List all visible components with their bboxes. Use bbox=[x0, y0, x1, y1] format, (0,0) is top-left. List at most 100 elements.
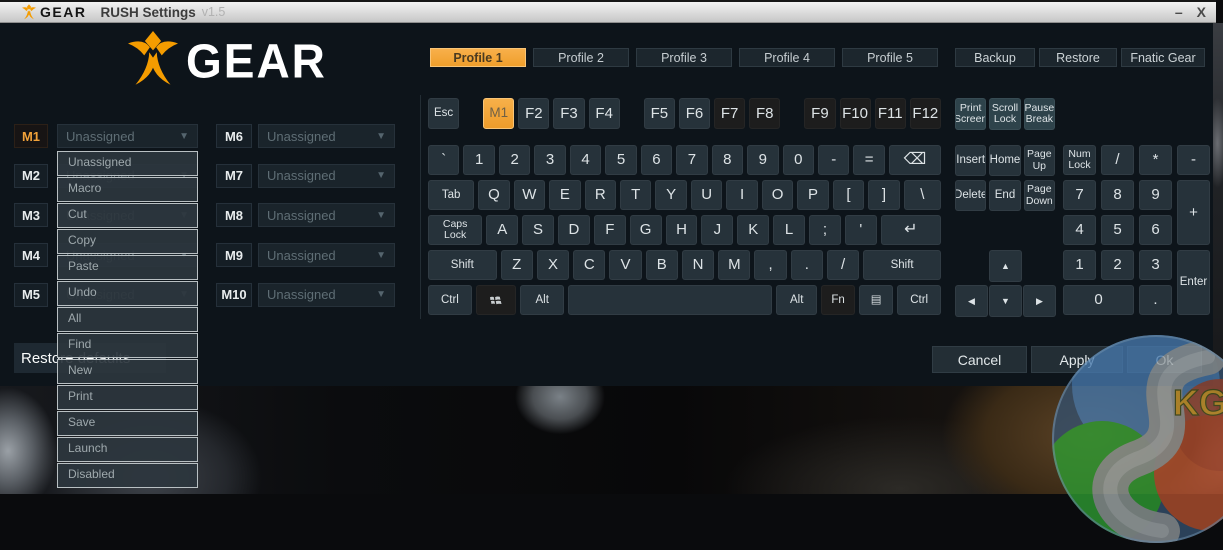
macro-key-m7[interactable]: M7 bbox=[216, 163, 252, 188]
key-num-lock[interactable]: Num Lock bbox=[1063, 145, 1096, 175]
key-key[interactable]: ` bbox=[428, 145, 460, 175]
key-5[interactable]: 5 bbox=[605, 145, 637, 175]
key-arrow-right[interactable]: ▶ bbox=[1023, 285, 1056, 317]
key-a[interactable]: A bbox=[486, 215, 519, 245]
key-f7[interactable]: F7 bbox=[714, 98, 746, 129]
key-9[interactable]: 9 bbox=[1139, 180, 1172, 210]
key-q[interactable]: Q bbox=[478, 180, 510, 210]
dropdown-option-disabled[interactable]: Disabled bbox=[57, 463, 198, 488]
key-home[interactable]: Home bbox=[989, 145, 1021, 176]
key-key[interactable]: ; bbox=[809, 215, 841, 245]
backup-button[interactable]: Backup bbox=[955, 48, 1035, 67]
key-8[interactable]: 8 bbox=[711, 145, 744, 175]
key-arrow-up[interactable]: ▲ bbox=[989, 250, 1022, 282]
key-scroll-lock[interactable]: Scroll Lock bbox=[989, 98, 1021, 130]
key-8[interactable]: 8 bbox=[1101, 180, 1134, 210]
key-f2[interactable]: F2 bbox=[518, 98, 550, 129]
key-n[interactable]: N bbox=[681, 250, 715, 280]
key-i[interactable]: I bbox=[726, 180, 758, 210]
key-arrow-left[interactable]: ◀ bbox=[955, 285, 988, 317]
key-e[interactable]: E bbox=[549, 180, 581, 210]
key-s[interactable]: S bbox=[522, 215, 554, 245]
macro-key-m1[interactable]: M1 bbox=[14, 124, 48, 148]
macro-key-m9[interactable]: M9 bbox=[216, 243, 252, 268]
key-enter[interactable]: ↵ bbox=[880, 215, 941, 245]
macro-key-m10[interactable]: M10 bbox=[216, 282, 252, 307]
key-key[interactable]: - bbox=[1177, 145, 1210, 175]
macro-key-m4[interactable]: M4 bbox=[14, 243, 48, 268]
key-p[interactable]: P bbox=[797, 180, 829, 210]
macro-dropdown-m1[interactable]: Unassigned ▼ bbox=[57, 124, 198, 148]
macro-dropdown-m10[interactable]: Unassigned ▼ bbox=[258, 282, 395, 307]
macro-dropdown-m8[interactable]: Unassigned ▼ bbox=[258, 203, 395, 228]
tab-profile-5[interactable]: Profile 5 bbox=[842, 48, 938, 67]
dropdown-option-save[interactable]: Save bbox=[57, 411, 198, 436]
dropdown-option-macro[interactable]: Macro bbox=[57, 177, 198, 202]
key-z[interactable]: Z bbox=[500, 250, 533, 280]
fnatic-gear-button[interactable]: Fnatic Gear bbox=[1121, 48, 1205, 67]
key-key[interactable]: ] bbox=[868, 180, 900, 210]
macro-key-m3[interactable]: M3 bbox=[14, 203, 48, 228]
key-4[interactable]: 4 bbox=[569, 145, 602, 175]
key-x[interactable]: X bbox=[536, 250, 570, 280]
key-k[interactable]: K bbox=[737, 215, 770, 245]
minimize-button[interactable]: – bbox=[1175, 5, 1183, 19]
dropdown-option-undo[interactable]: Undo bbox=[57, 281, 198, 306]
key-6[interactable]: 6 bbox=[1139, 215, 1172, 245]
key-0[interactable]: 0 bbox=[782, 145, 814, 175]
key-key[interactable]: [ bbox=[832, 180, 865, 210]
key-windows[interactable] bbox=[475, 285, 517, 315]
key-space[interactable] bbox=[568, 285, 773, 315]
key-b[interactable]: B bbox=[645, 250, 678, 280]
key-esc[interactable]: Esc bbox=[428, 98, 460, 129]
key-key[interactable]: \ bbox=[903, 180, 941, 210]
key-y[interactable]: Y bbox=[655, 180, 687, 210]
macro-dropdown-m9[interactable]: Unassigned ▼ bbox=[258, 243, 395, 268]
key-key[interactable]: . bbox=[790, 250, 823, 280]
macro-key-m8[interactable]: M8 bbox=[216, 203, 252, 228]
key-d[interactable]: D bbox=[557, 215, 590, 245]
key-f[interactable]: F bbox=[593, 215, 626, 245]
tab-profile-4[interactable]: Profile 4 bbox=[739, 48, 835, 67]
macro-key-m5[interactable]: M5 bbox=[14, 282, 48, 307]
key-page-up[interactable]: Page Up bbox=[1023, 145, 1055, 176]
dropdown-option-unassigned[interactable]: Unassigned bbox=[57, 151, 198, 176]
key-key[interactable]: - bbox=[817, 145, 850, 175]
key-f5[interactable]: F5 bbox=[643, 98, 675, 129]
key-g[interactable]: G bbox=[629, 215, 662, 245]
key-3[interactable]: 3 bbox=[1139, 250, 1172, 280]
key-page-down[interactable]: Page Down bbox=[1023, 180, 1055, 211]
key-menu[interactable]: ▤ bbox=[859, 285, 894, 315]
apply-button[interactable]: Apply bbox=[1031, 346, 1123, 373]
key-w[interactable]: W bbox=[513, 180, 546, 210]
tab-profile-2[interactable]: Profile 2 bbox=[533, 48, 629, 67]
key-end[interactable]: End bbox=[989, 180, 1021, 211]
key-9[interactable]: 9 bbox=[747, 145, 779, 175]
key-enter[interactable]: Enter bbox=[1177, 250, 1210, 315]
key-key[interactable]: ' bbox=[844, 215, 877, 245]
key-insert[interactable]: Insert bbox=[955, 145, 987, 176]
macro-dropdown-m7[interactable]: Unassigned ▼ bbox=[258, 163, 395, 188]
macro-key-m6[interactable]: M6 bbox=[216, 124, 252, 148]
key-ctrl[interactable]: Ctrl bbox=[428, 285, 472, 315]
tab-profile-1[interactable]: Profile 1 bbox=[430, 48, 526, 67]
key-f10[interactable]: F10 bbox=[839, 98, 871, 129]
dropdown-option-find[interactable]: Find bbox=[57, 333, 198, 358]
macro-key-m2[interactable]: M2 bbox=[14, 163, 48, 188]
key-4[interactable]: 4 bbox=[1063, 215, 1096, 245]
key-pause-break[interactable]: Pause Break bbox=[1023, 98, 1055, 130]
key-f12[interactable]: F12 bbox=[909, 98, 941, 129]
key-f11[interactable]: F11 bbox=[874, 98, 906, 129]
key-3[interactable]: 3 bbox=[534, 145, 566, 175]
macro-dropdown-m6[interactable]: Unassigned ▼ bbox=[258, 124, 395, 148]
key-key[interactable]: / bbox=[1101, 145, 1134, 175]
key-2[interactable]: 2 bbox=[1101, 250, 1134, 280]
key-delete[interactable]: Delete bbox=[955, 180, 987, 211]
key-arrow-down[interactable]: ▼ bbox=[989, 285, 1022, 317]
key-alt[interactable]: Alt bbox=[776, 285, 817, 315]
key-shift[interactable]: Shift bbox=[863, 250, 941, 280]
restore-button[interactable]: Restore bbox=[1039, 48, 1117, 67]
key-u[interactable]: U bbox=[690, 180, 723, 210]
key-key[interactable]: * bbox=[1139, 145, 1172, 175]
key-key[interactable]: , bbox=[754, 250, 787, 280]
